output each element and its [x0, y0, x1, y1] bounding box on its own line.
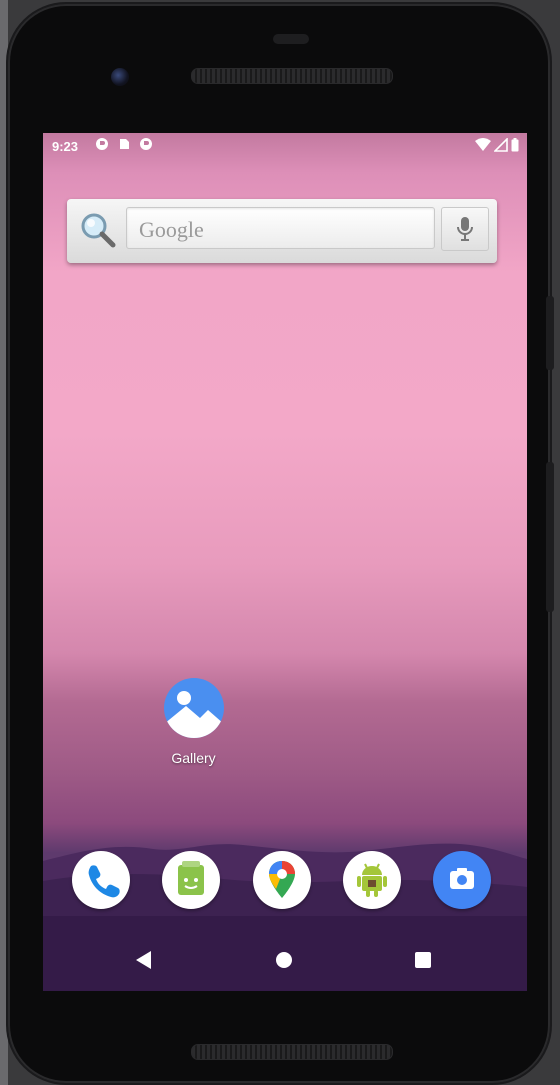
messages-icon [178, 861, 204, 895]
app-label: Gallery [171, 750, 216, 766]
dock-camera-app[interactable] [433, 851, 491, 909]
navigation-bar [43, 933, 527, 989]
home-screen: 9:23 Google Gallery [43, 133, 527, 991]
app-gallery[interactable]: Gallery [156, 678, 231, 766]
dock-phone-app[interactable] [72, 851, 130, 909]
dock-messages-app[interactable] [162, 851, 220, 909]
front-camera [111, 68, 129, 86]
cellular-signal-icon [494, 138, 508, 152]
back-icon[interactable] [136, 951, 151, 969]
dock-android-app[interactable] [343, 851, 401, 909]
wifi-icon [475, 138, 491, 151]
notification-icon [96, 138, 108, 150]
dock-maps-app[interactable] [253, 851, 311, 909]
phone-icon [88, 865, 120, 898]
device-frame-edge [0, 0, 8, 1085]
dock [43, 851, 527, 911]
status-time: 9:23 [52, 139, 79, 154]
maps-icon [269, 861, 295, 898]
android-icon [357, 863, 387, 897]
power-button[interactable] [546, 296, 554, 370]
gallery-icon [163, 678, 224, 738]
earpiece-slot [273, 34, 309, 44]
search-input[interactable]: Google [126, 207, 435, 249]
voice-search-button[interactable] [441, 207, 489, 251]
top-speaker-grille [191, 68, 393, 84]
battery-icon [511, 138, 519, 152]
home-icon[interactable] [276, 952, 292, 968]
microphone-icon [457, 217, 473, 241]
status-bar: 9:23 [43, 133, 527, 159]
volume-rocker[interactable] [546, 462, 554, 612]
bottom-speaker-grille [191, 1044, 393, 1060]
search-icon[interactable] [79, 211, 117, 249]
search-placeholder: Google [139, 217, 204, 242]
notification-icon [140, 138, 152, 150]
recents-icon[interactable] [415, 952, 431, 968]
camera-icon [450, 868, 474, 889]
sd-card-icon [120, 139, 129, 149]
google-search-widget[interactable]: Google [67, 199, 497, 263]
